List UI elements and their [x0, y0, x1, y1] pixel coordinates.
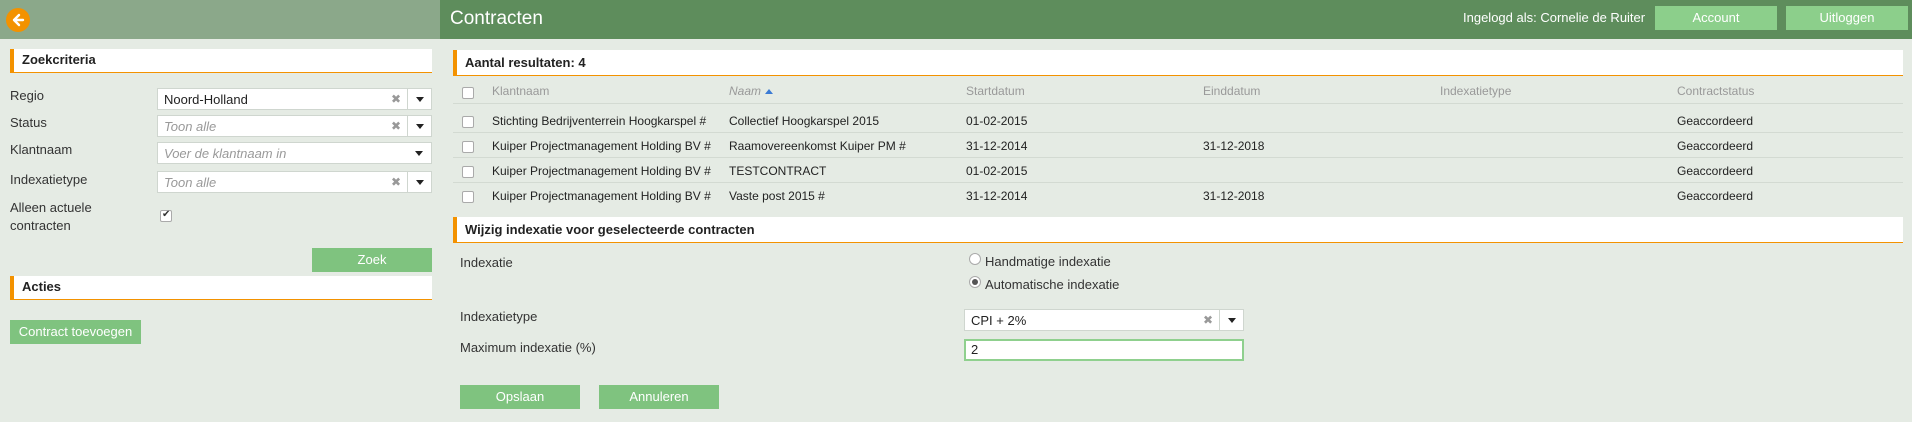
results-heading: Aantal resultaten: 4	[453, 50, 1903, 76]
cell-klantnaam: Kuiper Projectmanagement Holding BV #	[492, 189, 711, 203]
column-header-indexatietype[interactable]: Indexatietype	[1440, 84, 1511, 98]
chevron-down-icon[interactable]	[1219, 310, 1243, 330]
indexatietype-edit-label: Indexatietype	[460, 309, 538, 324]
chevron-down-icon[interactable]	[407, 172, 431, 192]
cell-klantnaam: Stichting Bedrijventerrein Hoogkarspel #	[492, 114, 707, 128]
actueel-checkbox[interactable]	[160, 209, 172, 222]
indexatietype-edit-value: CPI + 2%	[971, 313, 1027, 328]
account-button[interactable]: Account	[1655, 6, 1777, 30]
status-select[interactable]: Toon alle ✖	[157, 115, 432, 137]
column-header-klantnaam[interactable]: Klantnaam	[492, 84, 549, 98]
cell-startdatum: 01-02-2015	[966, 114, 1028, 128]
cell-naam: Vaste post 2015 #	[729, 189, 825, 203]
clear-icon[interactable]: ✖	[391, 175, 401, 189]
save-button[interactable]: Opslaan	[460, 385, 580, 409]
clear-icon[interactable]: ✖	[391, 92, 401, 106]
row-checkbox[interactable]	[462, 141, 474, 153]
column-header-startdatum[interactable]: Startdatum	[966, 84, 1025, 98]
regio-select[interactable]: Noord-Holland ✖	[157, 88, 432, 110]
cell-startdatum: 31-12-2014	[966, 189, 1028, 203]
row-checkbox[interactable]	[462, 116, 474, 128]
edit-indexation-panel: Wijzig indexatie voor geselecteerde cont…	[453, 217, 1903, 417]
indexatietype-placeholder: Toon alle	[164, 175, 217, 190]
sidebar-topbar	[0, 0, 440, 39]
search-criteria-heading: Zoekcriteria	[10, 49, 432, 73]
top-header: Contracten Ingelogd als: Cornelie de Rui…	[440, 0, 1912, 39]
cancel-button[interactable]: Annuleren	[599, 385, 719, 409]
status-label: Status	[10, 115, 47, 130]
column-header-einddatum[interactable]: Einddatum	[1203, 84, 1260, 98]
indexatie-label: Indexatie	[460, 255, 513, 270]
cell-klantnaam: Kuiper Projectmanagement Holding BV #	[492, 164, 711, 178]
chevron-down-icon[interactable]	[407, 116, 431, 136]
row-checkbox[interactable]	[462, 191, 474, 203]
klantnaam-select[interactable]: Voer de klantnaam in	[157, 142, 432, 164]
column-header-contractstatus[interactable]: Contractstatus	[1677, 84, 1754, 98]
cell-startdatum: 01-02-2015	[966, 164, 1028, 178]
cell-naam: Collectief Hoogkarspel 2015	[729, 114, 880, 128]
login-info: Ingelogd als: Cornelie de Ruiter	[1463, 10, 1646, 25]
actueel-label-line1: Alleen actuele	[10, 200, 92, 215]
edit-indexation-heading: Wijzig indexatie voor geselecteerde cont…	[453, 217, 1903, 243]
row-divider	[453, 182, 1903, 183]
clear-icon[interactable]: ✖	[391, 119, 401, 133]
chevron-down-icon[interactable]	[407, 89, 431, 109]
klantnaam-label: Klantnaam	[10, 142, 73, 157]
cell-startdatum: 31-12-2014	[966, 139, 1028, 153]
logout-button[interactable]: Uitloggen	[1786, 6, 1908, 30]
klantnaam-placeholder: Voer de klantnaam in	[164, 146, 287, 161]
regio-label: Regio	[10, 88, 44, 103]
cell-contractstatus: Geaccordeerd	[1677, 189, 1754, 203]
cell-contractstatus: Geaccordeerd	[1677, 164, 1754, 178]
indexatietype-label: Indexatietype	[10, 172, 88, 187]
row-divider	[453, 132, 1903, 133]
column-header-naam[interactable]: Naam	[729, 84, 774, 98]
clear-icon[interactable]: ✖	[1203, 313, 1213, 327]
header-divider	[453, 103, 1903, 104]
actions-heading: Acties	[10, 276, 432, 300]
manual-indexation-radio[interactable]	[969, 253, 981, 265]
results-panel: Aantal resultaten: 4 Klantnaam Naam Star…	[453, 50, 1903, 208]
automatic-indexation-radio[interactable]	[969, 276, 981, 288]
manual-indexation-label[interactable]: Handmatige indexatie	[985, 254, 1111, 269]
column-header-naam-label: Naam	[729, 84, 762, 98]
select-all-checkbox[interactable]	[462, 87, 474, 99]
cell-contractstatus: Geaccordeerd	[1677, 139, 1754, 153]
status-placeholder: Toon alle	[164, 119, 217, 134]
add-contract-button[interactable]: Contract toevoegen	[10, 320, 141, 344]
cell-einddatum: 31-12-2018	[1203, 189, 1265, 203]
page-title: Contracten	[450, 8, 543, 29]
regio-value: Noord-Holland	[164, 92, 248, 107]
cell-naam: TESTCONTRACT	[729, 164, 827, 178]
automatic-indexation-label[interactable]: Automatische indexatie	[985, 277, 1119, 292]
row-divider	[453, 157, 1903, 158]
row-checkbox[interactable]	[462, 166, 474, 178]
max-indexation-input[interactable]: 2	[964, 339, 1244, 361]
sort-ascending-icon	[765, 89, 774, 95]
indexatietype-edit-select[interactable]: CPI + 2% ✖	[964, 309, 1244, 331]
cell-naam: Raamovereenkomst Kuiper PM #	[729, 139, 906, 153]
max-indexation-label: Maximum indexatie (%)	[460, 340, 596, 355]
chevron-down-icon[interactable]	[407, 143, 431, 163]
actueel-label: Alleen actuele contracten	[10, 199, 92, 235]
cell-contractstatus: Geaccordeerd	[1677, 114, 1754, 128]
actueel-label-line2: contracten	[10, 218, 71, 233]
back-arrow-icon[interactable]	[6, 8, 30, 32]
cell-einddatum: 31-12-2018	[1203, 139, 1265, 153]
cell-klantnaam: Kuiper Projectmanagement Holding BV #	[492, 139, 711, 153]
sidebar: Zoekcriteria Regio Noord-Holland ✖ Statu…	[0, 0, 440, 422]
indexatietype-select[interactable]: Toon alle ✖	[157, 171, 432, 193]
search-button[interactable]: Zoek	[312, 248, 432, 272]
